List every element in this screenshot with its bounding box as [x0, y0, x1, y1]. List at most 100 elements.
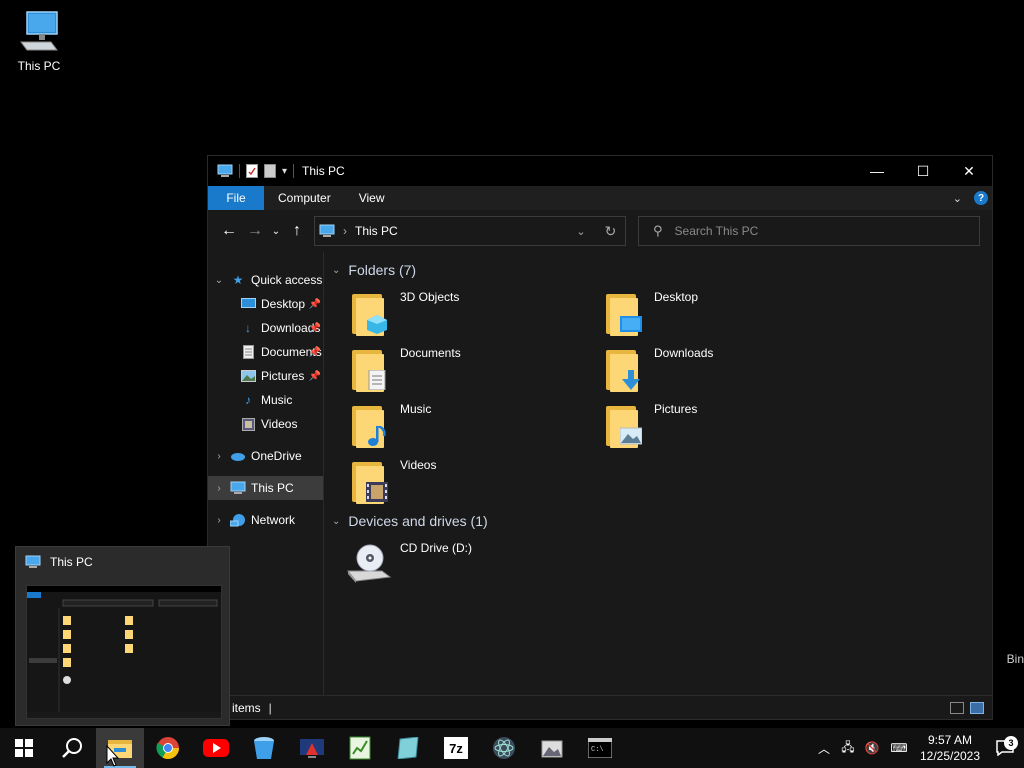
chevron-up-icon[interactable]: ︿ [812, 740, 836, 757]
nav-quick-access[interactable]: ⌄ ★ Quick access [208, 268, 323, 292]
nav-network[interactable]: › Network [208, 508, 323, 532]
chevron-down-icon[interactable]: ⌄ [332, 265, 340, 276]
status-item-count: items [232, 700, 261, 715]
details-view-icon[interactable] [950, 701, 964, 714]
folders-group-header[interactable]: ⌄ Folders (7) [332, 262, 416, 278]
chevron-down-icon[interactable]: ⌄ [208, 275, 230, 286]
taskbar-atom[interactable] [480, 728, 528, 768]
book-icon [397, 737, 419, 759]
chevron-right-icon[interactable]: › [208, 515, 230, 526]
address-bar[interactable]: › This PC ⌄ ↻ [314, 216, 626, 246]
expand-ribbon-icon[interactable]: ⌄ [953, 192, 962, 205]
taskbar-chrome[interactable] [144, 728, 192, 768]
folder-music[interactable]: Music [334, 400, 574, 452]
drive-cd-d[interactable]: CD Drive (D:) [334, 539, 574, 591]
nav-item-documents[interactable]: Documents 📌 [208, 340, 323, 364]
folder-pictures[interactable]: Pictures [588, 400, 828, 452]
terminal-icon: C:\ [588, 738, 612, 758]
nav-item-pictures[interactable]: Pictures 📌 [208, 364, 323, 388]
taskbar-search-button[interactable] [48, 728, 96, 768]
action-center-button[interactable]: 3 [986, 736, 1024, 756]
folder-icon [604, 348, 640, 392]
tab-view[interactable]: View [345, 186, 399, 210]
nav-onedrive[interactable]: › OneDrive [208, 444, 323, 468]
group-title: Devices and drives (1) [348, 513, 488, 529]
devices-group-header[interactable]: ⌄ Devices and drives (1) [332, 513, 488, 529]
folder-desktop[interactable]: Desktop [588, 288, 828, 340]
new-folder-icon[interactable] [264, 164, 276, 178]
folder-downloads[interactable]: Downloads [588, 344, 828, 396]
taskbar-book-app[interactable] [384, 728, 432, 768]
taskbar-youtube[interactable] [192, 728, 240, 768]
system-tray: ︿ 🖧 🔇 ⌨ 9:57 AM 12/25/2023 3 [812, 728, 1024, 768]
help-icon[interactable]: ? [974, 191, 988, 205]
title-bar[interactable]: ▾ This PC — ☐ ✕ [208, 156, 992, 186]
network-status-icon[interactable]: 🖧 [836, 738, 860, 759]
refresh-icon[interactable]: ↻ [595, 222, 625, 240]
tab-file[interactable]: File [208, 186, 264, 210]
folder-documents[interactable]: Documents [334, 344, 574, 396]
spreadsheet-icon [349, 736, 371, 760]
preview-title: This PC [50, 555, 93, 569]
nav-this-pc[interactable]: › This PC [208, 476, 323, 500]
start-button[interactable] [0, 728, 48, 768]
taskbar-7zip[interactable]: 7z [432, 728, 480, 768]
nav-label: Pictures [261, 369, 305, 383]
minimize-button[interactable]: — [854, 156, 900, 186]
taskbar-terminal[interactable]: C:\ [576, 728, 624, 768]
chevron-down-icon[interactable]: ⌄ [332, 516, 340, 527]
large-icons-view-icon[interactable] [970, 701, 984, 714]
search-placeholder: Search This PC [674, 224, 759, 238]
taskbar-file-explorer[interactable] [96, 728, 144, 768]
notification-count-badge: 3 [1004, 736, 1018, 750]
taskbar-spreadsheet-app[interactable] [336, 728, 384, 768]
atom-icon [493, 737, 515, 759]
keyboard-icon[interactable]: ⌨ [884, 741, 914, 755]
customize-toolbar-icon[interactable]: ▾ [282, 166, 287, 177]
bucket-icon [254, 737, 274, 759]
forward-arrow-icon[interactable]: → [242, 222, 268, 240]
nav-item-desktop[interactable]: Desktop 📌 [208, 292, 323, 316]
this-pc-icon [15, 8, 63, 56]
chevron-right-icon[interactable]: › [208, 451, 230, 462]
clock[interactable]: 9:57 AM 12/25/2023 [914, 732, 986, 764]
taskbar-thumbnail-preview[interactable]: This PC [15, 546, 230, 726]
taskbar: 7z C:\ ︿ 🖧 🔇 ⌨ 9:57 AM 12/25/2023 3 [0, 728, 1024, 768]
window-thumbnail[interactable] [26, 585, 222, 719]
volume-muted-icon[interactable]: 🔇 [860, 741, 884, 755]
folder-videos[interactable]: Videos [334, 456, 574, 508]
desktop-icon-this-pc[interactable]: This PC [1, 8, 77, 73]
search-box[interactable]: ⚲ Search This PC [638, 216, 980, 246]
chevron-down-icon[interactable]: ⌄ [567, 225, 595, 238]
mouse-cursor-icon [106, 745, 120, 767]
nav-item-downloads[interactable]: ↓ Downloads 📌 [208, 316, 323, 340]
nav-label: Quick access [251, 273, 323, 287]
taskbar-bucket-app[interactable] [240, 728, 288, 768]
folder-icon [350, 292, 387, 336]
maximize-button[interactable]: ☐ [900, 156, 946, 186]
chevron-right-icon[interactable]: › [343, 224, 347, 238]
back-arrow-icon[interactable]: ← [216, 222, 242, 240]
download-arrow-icon: ↓ [245, 321, 251, 335]
chevron-right-icon[interactable]: › [208, 483, 230, 494]
search-icon: ⚲ [653, 223, 663, 238]
breadcrumb-this-pc[interactable]: This PC [355, 224, 398, 238]
properties-icon[interactable] [246, 164, 258, 178]
nav-item-videos[interactable]: Videos [208, 412, 323, 436]
file-explorer-window: ▾ This PC — ☐ ✕ File Computer View ⌄ ? ←… [207, 155, 993, 720]
this-pc-icon [217, 164, 233, 177]
close-button[interactable]: ✕ [946, 156, 992, 186]
this-pc-icon [25, 555, 41, 568]
taskbar-media-app[interactable] [288, 728, 336, 768]
taskbar-photos-app[interactable] [528, 728, 576, 768]
tab-computer[interactable]: Computer [264, 186, 345, 210]
folder-3d-objects[interactable]: 3D Objects [334, 288, 574, 340]
up-arrow-icon[interactable]: ↑ [284, 222, 310, 240]
nav-item-music[interactable]: ♪ Music [208, 388, 323, 412]
download-arrow-icon [622, 370, 640, 390]
svg-text:C:\: C:\ [591, 746, 604, 754]
clock-date: 12/25/2023 [919, 749, 981, 763]
folder-label: Videos [400, 458, 437, 472]
explorer-body: ⌄ ★ Quick access Desktop 📌 ↓ Downloads 📌… [208, 252, 992, 696]
recent-locations-icon[interactable]: ⌄ [268, 226, 284, 237]
